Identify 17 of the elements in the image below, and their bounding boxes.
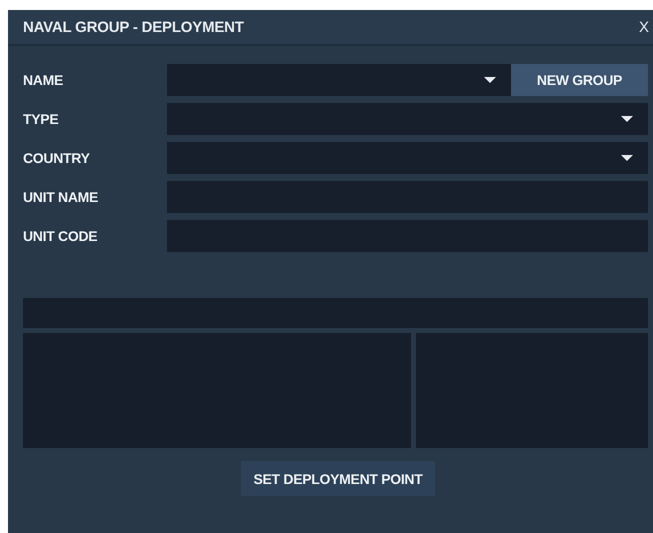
caret-icon bbox=[621, 116, 633, 122]
dropdown-field[interactable] bbox=[167, 142, 648, 174]
field-label: TYPE bbox=[23, 110, 60, 129]
new-group-button[interactable]: NEW GROUP bbox=[511, 64, 648, 96]
field-label: UNIT CODE bbox=[23, 227, 98, 246]
caret-icon bbox=[621, 155, 633, 161]
input-field[interactable] bbox=[167, 220, 648, 252]
caret-icon bbox=[484, 77, 496, 83]
dropdown-field[interactable] bbox=[167, 64, 511, 96]
close-button[interactable]: X bbox=[634, 18, 653, 36]
input-field[interactable] bbox=[167, 181, 648, 213]
dropdown-field[interactable] bbox=[167, 103, 648, 135]
field-label: UNIT NAME bbox=[23, 188, 100, 207]
field-label: COUNTRY bbox=[23, 149, 91, 168]
window-title: NAVAL GROUP - DEPLOYMENT bbox=[23, 18, 244, 36]
field-label: NAME bbox=[23, 71, 64, 90]
set-deployment-point-button[interactable]: SET DEPLOYMENT POINT bbox=[241, 461, 434, 496]
